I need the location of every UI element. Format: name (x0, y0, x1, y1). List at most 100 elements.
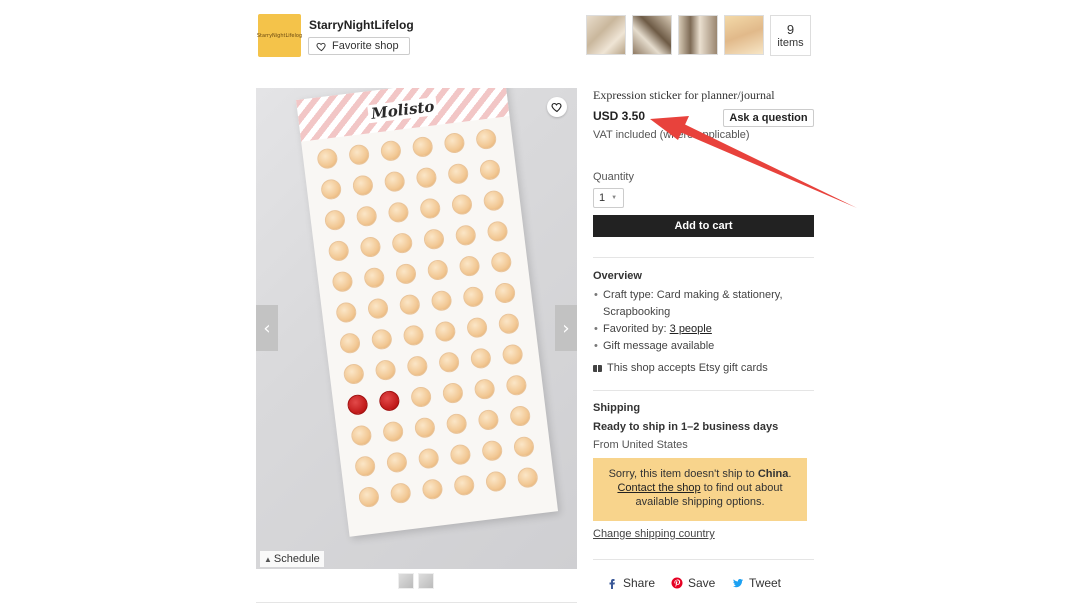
share-button[interactable]: Share (606, 576, 655, 590)
sticker-face (381, 420, 405, 443)
favorited-by-link[interactable]: 3 people (670, 323, 712, 335)
image-thumbnails (398, 573, 434, 589)
sticker-face (387, 201, 410, 224)
sticker-face (378, 389, 401, 413)
sticker-face (437, 351, 461, 374)
sticker-face (323, 209, 347, 232)
listing-price: USD 3.50 (593, 109, 646, 123)
sticker-face (417, 447, 440, 470)
caret-up-icon: ▲ (264, 554, 272, 564)
overview-heading: Overview (593, 270, 642, 282)
notice-text-pre: Sorry, this item doesn't ship to (608, 468, 758, 480)
chevron-down-icon: ▼ (611, 195, 618, 201)
items-count-number: 9 (786, 22, 795, 37)
shop-logo-text: StarryNightLifelog (256, 32, 303, 39)
sticker-face (473, 378, 496, 401)
image-thumb[interactable] (398, 573, 414, 589)
sticker-face (453, 474, 476, 497)
shop-item-thumb[interactable] (678, 15, 718, 55)
craft-type: Craft type: Card making & stationery, Sc… (603, 289, 783, 318)
items-count-label: items (777, 37, 804, 49)
divider (593, 559, 814, 560)
sticker-face (505, 374, 528, 397)
sticker-face (342, 362, 365, 386)
sticker-face (391, 231, 414, 255)
gift-message: Gift message available (603, 340, 715, 352)
sticker-sheet-photo: Molisto (296, 88, 559, 537)
shop-logo[interactable]: StarryNightLifelog (256, 14, 303, 57)
sticker-face (350, 424, 373, 447)
gift-card-icon (593, 364, 602, 372)
sticker-face (366, 297, 390, 320)
chevron-left-icon: ‹ (263, 317, 271, 339)
sticker-face (338, 332, 362, 355)
schedule-button[interactable]: ▲ Schedule (260, 551, 324, 567)
sticker-face (422, 228, 446, 251)
quantity-value: 1 (599, 192, 606, 204)
sticker-face (454, 224, 477, 247)
shipping-heading: Shipping (593, 402, 641, 414)
shop-item-thumb[interactable] (586, 15, 626, 55)
sticker-face (359, 235, 382, 259)
previous-image-button[interactable]: ‹ (256, 305, 278, 351)
shop-items-count[interactable]: 9 items (770, 15, 811, 56)
contact-shop-link[interactable]: Contact the shop (617, 482, 700, 494)
twitter-icon (733, 578, 743, 588)
sticker-face (469, 347, 493, 370)
list-item: Gift message available (593, 338, 818, 355)
sticker-faces-grid (316, 127, 542, 519)
sticker-face (316, 147, 339, 170)
add-to-cart-button[interactable]: Add to cart (593, 215, 814, 237)
sticker-face (413, 416, 437, 439)
sticker-face (327, 239, 350, 263)
sticker-face (481, 439, 504, 462)
quantity-select[interactable]: 1 ▼ (593, 188, 624, 208)
sticker-face (516, 466, 539, 489)
divider (593, 257, 814, 258)
sticker-face (447, 162, 470, 185)
tweet-button[interactable]: Tweet (732, 576, 781, 590)
favorite-shop-label: Favorite shop (332, 40, 399, 52)
favorite-item-button[interactable] (547, 97, 567, 117)
shop-item-thumb[interactable] (724, 15, 764, 55)
sticker-face (458, 254, 481, 278)
share-label: Share (623, 576, 656, 590)
sticker-face (389, 482, 412, 505)
tweet-label: Tweet (749, 576, 782, 590)
sticker-face (351, 174, 375, 197)
next-image-button[interactable]: › (555, 305, 577, 351)
save-button[interactable]: Save (671, 576, 715, 590)
gift-cards-note: This shop accepts Etsy gift cards (593, 362, 768, 374)
sticker-face (409, 385, 433, 409)
sticker-face (478, 158, 502, 182)
listing-title: Expression sticker for planner/journal (593, 88, 775, 102)
sticker-face (402, 324, 425, 347)
listing-main-image[interactable]: Molisto (256, 88, 577, 569)
sticker-face (477, 408, 500, 432)
sticker-face (363, 266, 386, 289)
sticker-face (415, 166, 438, 189)
sticker-face (484, 470, 508, 493)
sticker-face (434, 320, 457, 343)
heart-icon (316, 42, 326, 51)
sticker-face (430, 289, 453, 312)
sticker-face (490, 251, 513, 274)
shop-item-thumb[interactable] (632, 15, 672, 55)
shop-name[interactable]: StarryNightLifelog (309, 18, 414, 32)
chevron-right-icon: › (562, 317, 570, 339)
sticker-face (320, 178, 343, 201)
image-thumb[interactable] (418, 573, 434, 589)
sticker-face (357, 485, 381, 509)
sticker-face (374, 358, 397, 382)
sticker-face (331, 270, 354, 293)
gift-cards-text: This shop accepts Etsy gift cards (607, 362, 768, 374)
sticker-face (449, 443, 472, 466)
favorite-shop-button[interactable]: Favorite shop (308, 37, 410, 55)
sticker-face (394, 262, 418, 286)
ask-question-button[interactable]: Ask a question (723, 109, 814, 127)
ship-from-text: From United States (593, 439, 688, 451)
change-shipping-country-link[interactable]: Change shipping country (593, 528, 715, 540)
sticker-face (475, 127, 498, 151)
sticker-face (398, 293, 421, 316)
shipping-notice: Sorry, this item doesn't ship to China. … (593, 458, 807, 521)
